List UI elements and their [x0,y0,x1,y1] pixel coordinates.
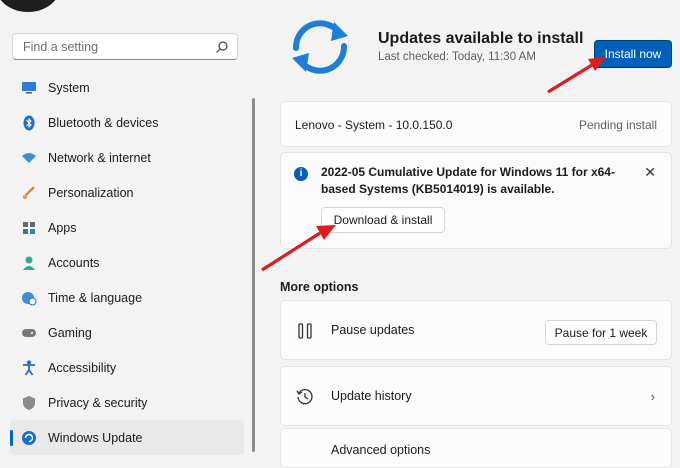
sidebar-item-label: Windows Update [48,430,143,445]
sidebar-item-accessibility[interactable]: Accessibility [10,350,244,385]
pause-updates-label: Pause updates [331,323,415,337]
sidebar-item-label: System [48,80,90,95]
sidebar-item-label: Accounts [48,255,100,270]
sidebar-item-apps[interactable]: Apps [10,210,244,245]
sidebar-item-label: Privacy & security [48,395,148,410]
update-item: Lenovo - System - 10.0.150.0 Pending ins… [280,101,672,147]
search-icon[interactable] [215,40,229,54]
chevron-right-icon: › [650,389,655,404]
pause-icon [298,323,312,339]
sidebar-item-label: Apps [48,220,77,235]
globe-clock-icon [21,290,37,306]
sidebar-item-label: Bluetooth & devices [48,115,159,130]
shield-icon [21,395,37,411]
sidebar-item-label: Time & language [48,290,143,305]
search-box[interactable] [12,33,238,60]
sidebar-item-label: Network & internet [48,150,151,165]
last-checked-text: Last checked: Today, 11:30 AM [378,51,536,63]
pause-for-week-button[interactable]: Pause for 1 week [545,320,657,345]
search-input[interactable] [21,39,215,55]
sync-icon [292,20,348,74]
bluetooth-icon [21,115,37,131]
page-title: Updates available to install [378,30,584,47]
accessibility-icon [21,360,37,376]
monitor-icon [21,80,37,96]
close-icon[interactable]: ✕ [644,164,656,181]
update-status: Pending install [578,118,657,132]
annotation-arrow-icon [547,57,606,94]
notice-message: 2022-05 Cumulative Update for Windows 11… [321,165,615,196]
sidebar-scrollbar[interactable] [252,98,255,452]
sidebar-item-network[interactable]: Network & internet [10,140,244,175]
update-name: Lenovo - System - 10.0.150.0 [295,118,453,132]
info-icon: i [294,167,308,181]
pause-updates-row: Pause updates Pause for 1 week [280,300,672,360]
update-icon [21,430,37,446]
sidebar-item-time-language[interactable]: Time & language [10,280,244,315]
wifi-icon [21,150,37,166]
apps-icon [21,220,37,236]
sidebar-item-gaming[interactable]: Gaming [10,315,244,350]
advanced-options-row[interactable]: Advanced options [280,428,672,468]
sidebar-item-system[interactable]: System [10,70,244,105]
advanced-options-label: Advanced options [331,443,431,457]
brush-icon [21,185,37,201]
sidebar-item-label: Gaming [48,325,92,340]
annotation-arrow-icon [261,225,336,272]
section-heading-more-options: More options [280,280,359,294]
person-icon [21,255,37,271]
sidebar-item-privacy[interactable]: Privacy & security [10,385,244,420]
avatar [0,0,60,12]
update-history-label: Update history [331,389,412,403]
sidebar-item-bluetooth[interactable]: Bluetooth & devices [10,105,244,140]
update-history-row[interactable]: Update history › [280,366,672,426]
history-icon [296,389,313,405]
gamepad-icon [21,325,37,341]
sidebar-nav: System Bluetooth & devices Network & int… [10,70,244,455]
active-indicator [10,430,13,446]
sidebar-item-personalization[interactable]: Personalization [10,175,244,210]
sidebar-item-windows-update[interactable]: Windows Update [10,420,244,455]
sidebar-item-accounts[interactable]: Accounts [10,245,244,280]
sidebar-item-label: Personalization [48,185,134,200]
sidebar-item-label: Accessibility [48,360,117,375]
